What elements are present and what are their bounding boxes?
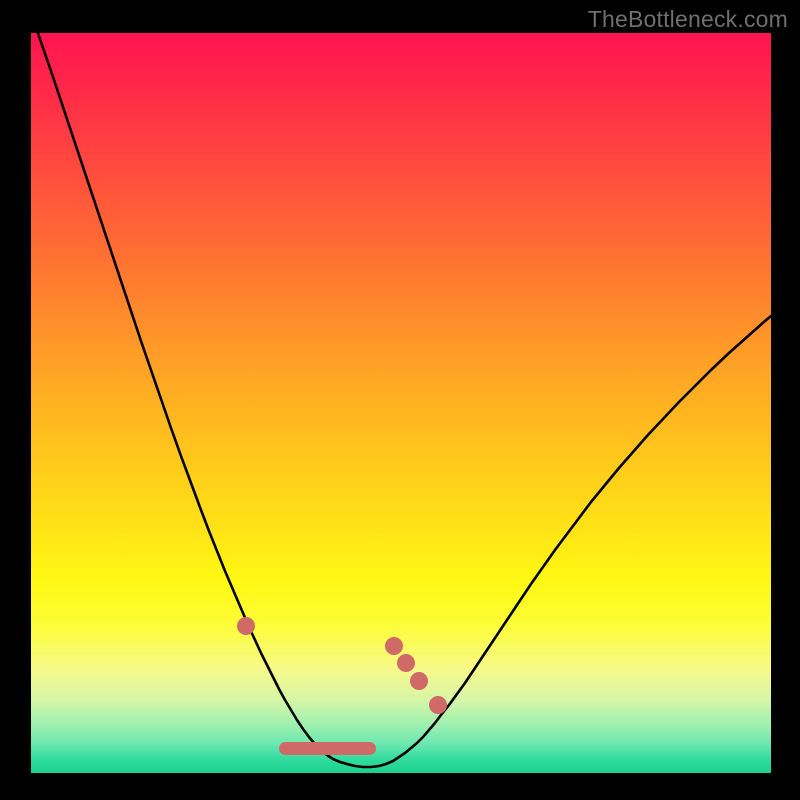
watermark-text: TheBottleneck.com bbox=[588, 6, 788, 33]
data-marker bbox=[237, 617, 255, 635]
data-marker bbox=[385, 637, 403, 655]
data-marker bbox=[410, 672, 428, 690]
plot-area bbox=[31, 33, 771, 773]
data-marker bbox=[429, 696, 447, 714]
optimal-range-bar bbox=[279, 742, 376, 755]
chart-stage: TheBottleneck.com bbox=[0, 0, 800, 800]
data-marker bbox=[397, 654, 415, 672]
